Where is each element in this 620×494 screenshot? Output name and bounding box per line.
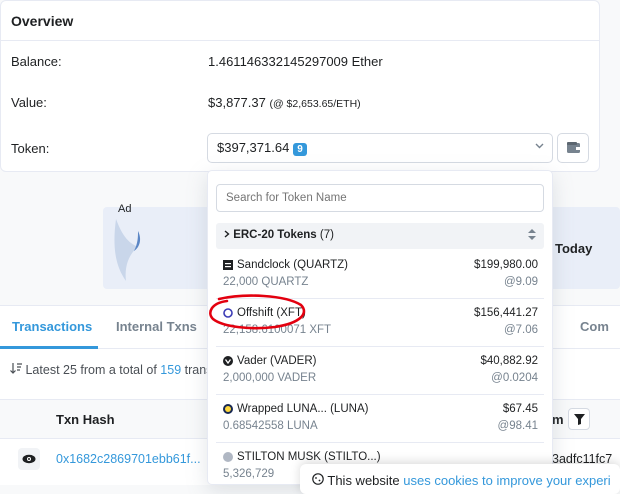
col-from: m	[552, 412, 564, 427]
ad-logo-icon	[114, 219, 141, 281]
token-value: $156,441.27	[474, 307, 538, 319]
balance-label: Balance:	[11, 54, 62, 69]
token-name: Vader (VADER)	[223, 355, 316, 367]
chevron-down-icon	[535, 141, 544, 152]
value-label: Value:	[11, 95, 47, 110]
token-name: Wrapped LUNA... (LUNA)	[223, 403, 368, 415]
total-count-link[interactable]: 159	[160, 363, 181, 377]
token-value: $40,882.92	[480, 355, 538, 367]
token-value: $199,980.00	[474, 259, 538, 271]
latest-summary: Latest 25 from a total of 159 trans	[10, 363, 212, 377]
eye-icon	[22, 454, 36, 464]
filter-button[interactable]	[568, 408, 590, 430]
value-amount: $3,877.37 (@ $2,653.65/ETH)	[208, 95, 361, 110]
token-total-value: $397,371.64	[217, 140, 290, 155]
filter-icon	[574, 414, 585, 425]
preview-button[interactable]	[18, 448, 40, 470]
chevron-right-icon	[224, 230, 230, 238]
col-txn-hash: Txn Hash	[56, 412, 115, 427]
sort-desc-icon	[10, 363, 22, 374]
token-item-vader[interactable]: Vader (VADER) 2,000,000 VADER $40,882.92…	[216, 347, 544, 395]
erc20-section-title: ERC-20 Tokens	[233, 229, 317, 241]
token-name-text: Wrapped LUNA... (LUNA)	[237, 403, 369, 415]
token-name-text: STILTON MUSK (STILTO...)	[237, 451, 381, 463]
token-quantity: 2,000,000 VADER	[223, 372, 317, 384]
token-name: STILTON MUSK (STILTO...)	[223, 451, 381, 463]
overview-title: Overview	[1, 1, 599, 41]
stilton-icon	[223, 452, 233, 462]
token-holdings-dropdown[interactable]: $397,371.64 9	[207, 133, 553, 163]
vader-icon	[223, 356, 233, 366]
value-usd: $3,877.37	[208, 95, 266, 110]
token-price: @0.0204	[491, 372, 538, 384]
token-quantity: 5,326,729	[223, 468, 275, 480]
luna-icon	[223, 404, 233, 414]
token-quantity: 22,000 QUARTZ	[223, 276, 309, 288]
token-price: @9.09	[503, 276, 538, 288]
token-label: Token:	[11, 141, 50, 156]
latest-prefix: Latest 25 from a total of	[25, 363, 157, 377]
wallet-button[interactable]	[557, 133, 589, 163]
active-tab-indicator	[0, 346, 98, 349]
cookie-icon	[312, 473, 324, 485]
sandclock-icon	[223, 260, 233, 270]
token-item-luna[interactable]: Wrapped LUNA... (LUNA) 0.68542558 LUNA $…	[216, 395, 544, 443]
token-name-text: Vader (VADER)	[237, 355, 317, 367]
wallet-icon	[567, 142, 580, 153]
erc20-section-header[interactable]: ERC-20 Tokens (7)	[216, 223, 544, 249]
token-quantity: 0.68542558 LUNA	[223, 420, 318, 432]
red-circle-annotation	[209, 294, 306, 330]
tab-internal-txns[interactable]: Internal Txns	[116, 319, 197, 334]
cookie-notice: This website uses cookies to improve you…	[300, 464, 620, 494]
sort-icon	[528, 229, 536, 240]
token-search-input[interactable]	[216, 184, 544, 212]
cookie-policy-link[interactable]: uses cookies to improve your experi	[403, 473, 610, 488]
token-price: @98.41	[497, 420, 538, 432]
tab-comments[interactable]: Com	[580, 319, 609, 334]
tab-transactions[interactable]: Transactions	[12, 319, 92, 334]
eth-rate: (@ $2,653.65/ETH)	[269, 98, 361, 110]
balance-value: 1.461146332145297009 Ether	[208, 54, 383, 69]
token-value: $67.45	[502, 403, 538, 415]
token-count-badge: 9	[293, 143, 307, 156]
token-name-text: Sandclock (QUARTZ)	[237, 259, 348, 271]
token-name: Sandclock (QUARTZ)	[223, 259, 348, 271]
cookie-text: This website	[327, 473, 400, 488]
txn-hash-link[interactable]: 0x1682c2869701ebb61f...	[56, 452, 201, 466]
erc20-section-count: (7)	[319, 229, 334, 241]
token-price: @7.06	[503, 324, 538, 336]
